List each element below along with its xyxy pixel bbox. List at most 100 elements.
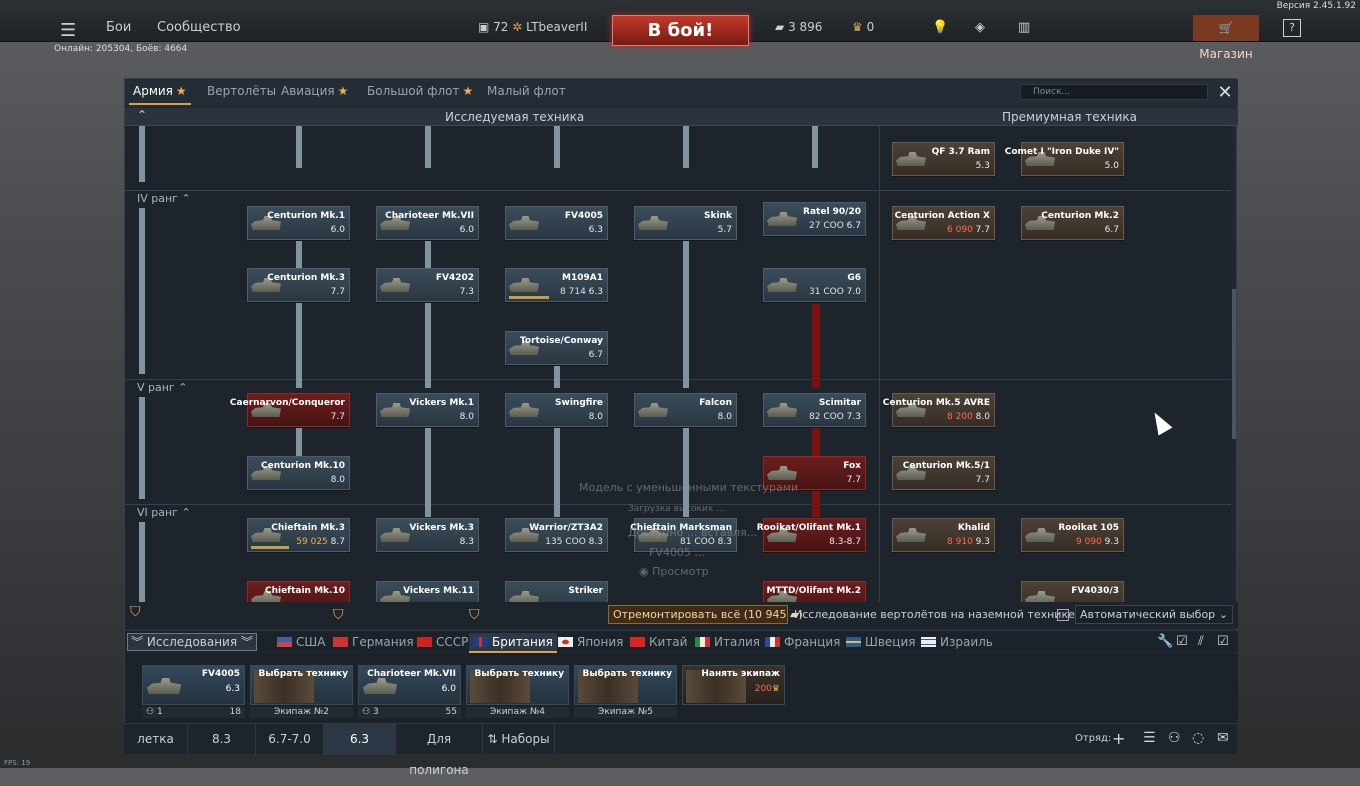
vehicle-card[interactable]: Falcon 8.0	[634, 393, 737, 427]
tab-coastal-fleet[interactable]: Малый флот	[487, 84, 566, 98]
vehicle-br: 6.7	[846, 221, 861, 231]
scrollbar[interactable]	[1232, 289, 1236, 439]
heli-research-checkbox[interactable]	[1057, 609, 1069, 621]
to-battle-button[interactable]: В бой!	[612, 15, 749, 46]
nation-ussr[interactable]: СССР	[417, 635, 468, 649]
tech-tree[interactable]: IV ранг ⌃ V ранг ⌃ VI ранг ⌃ Centurion M…	[125, 126, 1231, 602]
premium-vehicle-card[interactable]: QF 3.7 Ram 5.3	[892, 142, 995, 176]
rank-vi-label[interactable]: VI ранг ⌃	[137, 506, 191, 519]
friends-icon[interactable]: ⚇	[1168, 730, 1181, 746]
vehicle-card[interactable]: Warrior/ZT3A2 135 СОО 8.3	[505, 518, 608, 552]
search-input[interactable]: Поиск...	[1020, 84, 1208, 100]
preset-tab[interactable]: 6.7-7.0	[256, 724, 324, 755]
vehicle-card[interactable]: Skink 5.7	[634, 206, 737, 240]
rank-v-label[interactable]: V ранг ⌃	[137, 381, 187, 394]
community-link[interactable]: Сообщество	[157, 20, 241, 35]
vehicle-card[interactable]: Tortoise/Conway 6.7	[505, 331, 608, 365]
vehicle-card[interactable]: Scimitar 82 СОО 7.3	[763, 393, 866, 427]
nation-china[interactable]: Китай	[630, 635, 687, 649]
crew-slot[interactable]: Выбрать технику	[574, 665, 677, 705]
silver-balance[interactable]: ▰ 3 896	[775, 20, 822, 34]
vehicle-price-br: 31 СОО 7.0	[809, 287, 861, 297]
coupon-icon[interactable]: ▥	[1018, 20, 1030, 35]
vehicle-card[interactable]: Centurion Mk.3 7.7	[247, 268, 350, 302]
mail-icon[interactable]: ✉	[1217, 730, 1229, 746]
vehicle-card[interactable]: MTTD/Olifant Mk.2	[763, 581, 866, 602]
vehicle-card[interactable]: FV4005 6.3	[505, 206, 608, 240]
auto-select-dropdown[interactable]: Автоматический выбор ⌄	[1075, 605, 1233, 624]
premium-vehicle-card[interactable]: Centurion Action X 6 090 7.7	[892, 206, 995, 240]
collapse-icon[interactable]: ⌃	[137, 108, 147, 122]
premium-vehicle-card[interactable]: Khalid 8 910 9.3	[892, 518, 995, 552]
add-squad-icon[interactable]: +	[1112, 729, 1125, 748]
repair-all-button[interactable]: Отремонтировать всё (10 945 ▰)	[608, 605, 803, 624]
vehicle-card[interactable]: Ratel 90/20 27 СОО 6.7	[763, 202, 866, 236]
rank-iv-label[interactable]: IV ранг ⌃	[137, 192, 191, 205]
shop-button[interactable]: 🛒 Магазин	[1193, 15, 1259, 61]
ammo-icon[interactable]: ⫽	[1198, 634, 1204, 649]
nation-label: Италия	[714, 635, 761, 649]
menu-icon[interactable]: ☰	[60, 20, 76, 41]
crew-slot[interactable]: Выбрать технику	[466, 665, 569, 705]
vehicle-card[interactable]: Caernarvon/Conqueror 7.7	[230, 393, 350, 427]
tab-aviation[interactable]: Авиация ★	[281, 84, 348, 98]
research-toggle-button[interactable]: ︾ Исследования ︾	[127, 633, 257, 651]
top-bar: ☰ Бои Сообщество ▣ 72 ✲ LTbeaverII В бой…	[0, 0, 1360, 61]
premium-vehicle-card[interactable]: Centurion Mk.5 AVRE 8 200 8.0	[883, 393, 995, 427]
crew-label: Экипаж №5	[574, 707, 677, 718]
preset-tab[interactable]: 6.3	[324, 724, 396, 755]
repair-wrench-icon[interactable]: 🔧	[1157, 634, 1173, 649]
presets-button[interactable]: ⇅ Наборы	[483, 724, 555, 755]
nation-germany[interactable]: Германия	[333, 635, 414, 649]
crew-slot[interactable]: FV4005 6.3	[142, 665, 245, 705]
checkmark-icon[interactable]: ☑	[1176, 634, 1188, 649]
vehicle-card[interactable]: Chieftain Mk.10	[247, 581, 350, 602]
achievement-icon[interactable]: ◈	[975, 20, 985, 35]
tab-helicopters[interactable]: Вертолёты	[207, 84, 276, 98]
close-icon[interactable]: ✕	[1216, 82, 1234, 103]
vehicle-card[interactable]: Striker	[505, 581, 608, 602]
player-level[interactable]: ▣ 72 ✲ LTbeaverII	[478, 20, 587, 34]
vehicle-card[interactable]: Chieftain Mk.3 59 025 8.7	[247, 518, 350, 552]
gold-balance[interactable]: ♛ 0	[852, 20, 874, 34]
help-button[interactable]: ?	[1283, 19, 1301, 37]
vehicle-card[interactable]: Vickers Mk.1 8.0	[376, 393, 479, 427]
premium-vehicle-card[interactable]: FV4030/3	[1021, 581, 1124, 602]
battles-link[interactable]: Бои	[106, 20, 131, 35]
vehicle-card[interactable]: Rooikat/Olifant Mk.1 8.3-8.7	[757, 518, 866, 552]
checkmark-icon[interactable]: ☑	[1217, 634, 1229, 649]
premium-vehicle-card[interactable]: Rooikat 105 9 090 9.3	[1021, 518, 1124, 552]
nation-france[interactable]: Франция	[765, 635, 840, 649]
preset-tab[interactable]: летка	[124, 724, 188, 755]
vehicle-card[interactable]: Vickers Mk.11	[376, 581, 479, 602]
nation-italy[interactable]: Италия	[695, 635, 760, 649]
nation-sweden[interactable]: Швеция	[846, 635, 915, 649]
premium-vehicle-card[interactable]: Centurion Mk.5/1 7.7	[892, 456, 995, 490]
nation-britain[interactable]: Британия	[469, 633, 557, 653]
vehicle-card[interactable]: M109A1 8 714 6.3	[505, 268, 608, 302]
vehicle-card[interactable]: Vickers Mk.3 8.3	[376, 518, 479, 552]
nation-japan[interactable]: Япония	[558, 635, 623, 649]
premium-vehicle-card[interactable]: Comet I "Iron Duke IV" 5.0	[1005, 142, 1124, 176]
vehicle-card[interactable]: Charioteer Mk.VII 6.0	[376, 206, 479, 240]
tab-bluewater-fleet[interactable]: Большой флот ★	[367, 84, 473, 98]
nation-israel[interactable]: Израиль	[921, 635, 993, 649]
rank-text: V ранг	[137, 381, 175, 394]
vehicle-card[interactable]: G6 31 СОО 7.0	[763, 268, 866, 302]
vehicle-card[interactable]: Centurion Mk.10 8.0	[247, 456, 350, 490]
chat-icon[interactable]: ◌	[1192, 730, 1204, 746]
list-icon[interactable]: ☰	[1143, 730, 1156, 746]
vehicle-card[interactable]: Swingfire 8.0	[505, 393, 608, 427]
nation-usa[interactable]: США	[277, 635, 325, 649]
hire-crew-slot[interactable]: Нанять экипаж 200♛	[682, 665, 785, 705]
lightbulb-icon[interactable]: 💡	[932, 20, 948, 35]
tab-army[interactable]: Армия ★	[129, 84, 191, 105]
vehicle-card[interactable]: Centurion Mk.1 6.0	[247, 206, 350, 240]
premium-vehicle-card[interactable]: Centurion Mk.2 6.7	[1021, 206, 1124, 240]
preset-tab[interactable]: Для полигона	[396, 724, 483, 777]
preset-tab[interactable]: 8.3	[188, 724, 256, 755]
vehicle-card[interactable]: FV4202 7.3	[376, 268, 479, 302]
crew-slot[interactable]: Выбрать технику	[250, 665, 353, 705]
crew-slot[interactable]: Charioteer Mk.VII 6.0	[358, 665, 461, 705]
vehicle-name: Scimitar	[818, 398, 861, 408]
